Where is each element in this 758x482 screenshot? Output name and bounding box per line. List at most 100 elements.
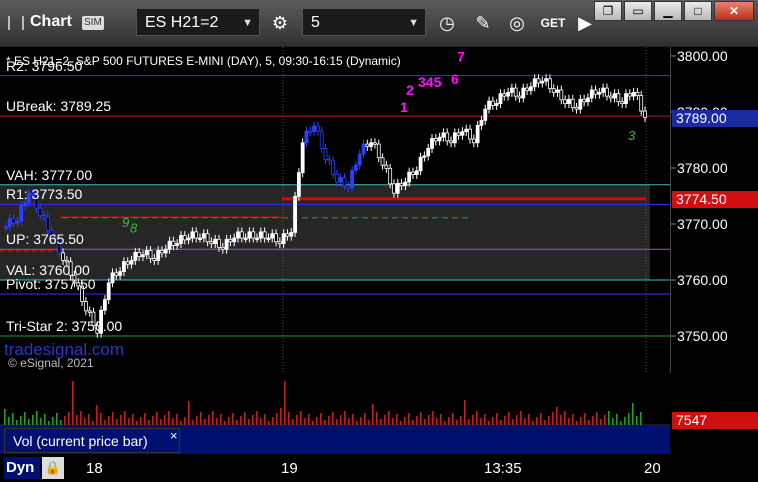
- volume-bar: [264, 414, 266, 425]
- volume-bar: [20, 416, 22, 425]
- volume-bar: [356, 421, 358, 425]
- close-icon[interactable]: ✕: [714, 1, 754, 21]
- volume-bar: [312, 421, 314, 425]
- volume-bar: [456, 420, 458, 425]
- chevron-down-icon[interactable]: ▼: [408, 9, 419, 37]
- candle: [589, 89, 594, 99]
- candle: [635, 91, 640, 96]
- clock-icon[interactable]: ◷: [434, 10, 460, 36]
- volume-bar: [44, 414, 46, 425]
- volume-bar: [184, 417, 186, 425]
- candle: [601, 87, 606, 93]
- volume-bar: [484, 414, 486, 425]
- candle: [441, 132, 446, 138]
- volume-bar: [232, 413, 234, 425]
- volume-bar: [16, 420, 18, 425]
- volume-panel: [0, 381, 670, 426]
- volume-bar: [176, 414, 178, 425]
- candle: [152, 258, 157, 261]
- volume-bar: [400, 421, 402, 425]
- pencil-icon[interactable]: ✎: [470, 10, 496, 36]
- candle: [83, 301, 88, 312]
- candle: [582, 98, 587, 103]
- gear-icon[interactable]: ⚙: [267, 10, 293, 36]
- candle: [593, 89, 598, 95]
- setup-marker: 6: [451, 71, 459, 87]
- countdown-marker: 3: [628, 128, 636, 143]
- volume-bar: [196, 416, 198, 425]
- candle: [194, 231, 199, 239]
- candle: [498, 93, 503, 104]
- volume-bar: [332, 412, 334, 425]
- maximize-icon[interactable]: □: [684, 1, 712, 21]
- candle: [395, 182, 400, 194]
- volume-bar: [284, 381, 286, 425]
- volume-bar: [224, 421, 226, 425]
- candle: [548, 78, 552, 90]
- candle: [175, 243, 180, 246]
- volume-bar: [172, 418, 174, 425]
- candle: [7, 218, 12, 228]
- candle: [118, 271, 123, 276]
- candle: [220, 246, 225, 250]
- x-tick: 20: [644, 460, 661, 477]
- candle: [624, 93, 628, 104]
- indicator-name[interactable]: Vol (current price bar): [4, 428, 180, 453]
- volume-bar: [384, 415, 386, 425]
- x-tick: 13:35: [484, 460, 522, 477]
- volume-bar: [248, 419, 250, 425]
- chart-window: Chart SIM ES H21=2 ▼ ⚙ 5 ▼ ◷ ✎ ◎ GET ▶ ❐ ▭…: [0, 0, 758, 482]
- candle: [494, 103, 499, 106]
- volume-bar: [336, 419, 338, 425]
- candle: [403, 181, 408, 187]
- restore-down-icon[interactable]: ▭: [624, 1, 652, 21]
- candle: [156, 250, 161, 261]
- candle: [513, 87, 518, 97]
- candle: [418, 156, 423, 172]
- y-tick-label: 3760.00: [677, 272, 728, 288]
- volume-bar: [308, 414, 310, 425]
- candle: [631, 91, 636, 97]
- volume-bar: [132, 414, 134, 425]
- minimize-icon[interactable]: ▁: [654, 1, 682, 21]
- candle: [270, 233, 275, 239]
- price-axis[interactable]: 3800.003790.003780.003770.003760.003750.…: [670, 47, 758, 373]
- candle: [15, 220, 20, 224]
- candle: [201, 233, 206, 239]
- chevron-down-icon[interactable]: ▼: [242, 9, 253, 37]
- study-icon[interactable]: ◎: [504, 10, 530, 36]
- volume-bar: [200, 412, 202, 425]
- candle: [555, 89, 560, 93]
- countdown-marker: 9: [122, 215, 129, 230]
- symbol-combo[interactable]: ES H21=2 ▼: [136, 8, 260, 36]
- volume-bar: [212, 411, 214, 425]
- volume-bar: [612, 418, 614, 425]
- candle: [490, 100, 495, 106]
- candle: [574, 106, 579, 110]
- drag-grip-icon[interactable]: [8, 16, 24, 30]
- y-tick-label: 3770.00: [677, 216, 728, 232]
- candle: [449, 140, 453, 144]
- lock-icon[interactable]: 🔒: [42, 457, 64, 479]
- volume-bar: [476, 411, 478, 425]
- candle: [171, 240, 176, 246]
- interval-combo[interactable]: 5 ▼: [302, 8, 426, 36]
- volume-bar: [208, 415, 210, 425]
- candle: [61, 252, 65, 261]
- dyn-label[interactable]: Dyn: [4, 457, 40, 479]
- volume-bar: [156, 412, 158, 425]
- setup-marker: 1: [400, 99, 408, 115]
- volume-bar: [568, 418, 570, 425]
- candle: [122, 261, 126, 273]
- restore-icon[interactable]: ❐: [594, 1, 622, 21]
- setup-marker: 345: [418, 74, 442, 90]
- candle: [312, 125, 316, 132]
- volume-bar: [296, 415, 298, 425]
- candle: [506, 91, 510, 97]
- get-button[interactable]: GET: [538, 10, 568, 36]
- candle: [315, 125, 320, 132]
- candle: [422, 155, 427, 158]
- candle: [198, 237, 202, 240]
- volume-bar: [220, 414, 222, 425]
- close-icon[interactable]: ×: [170, 428, 178, 443]
